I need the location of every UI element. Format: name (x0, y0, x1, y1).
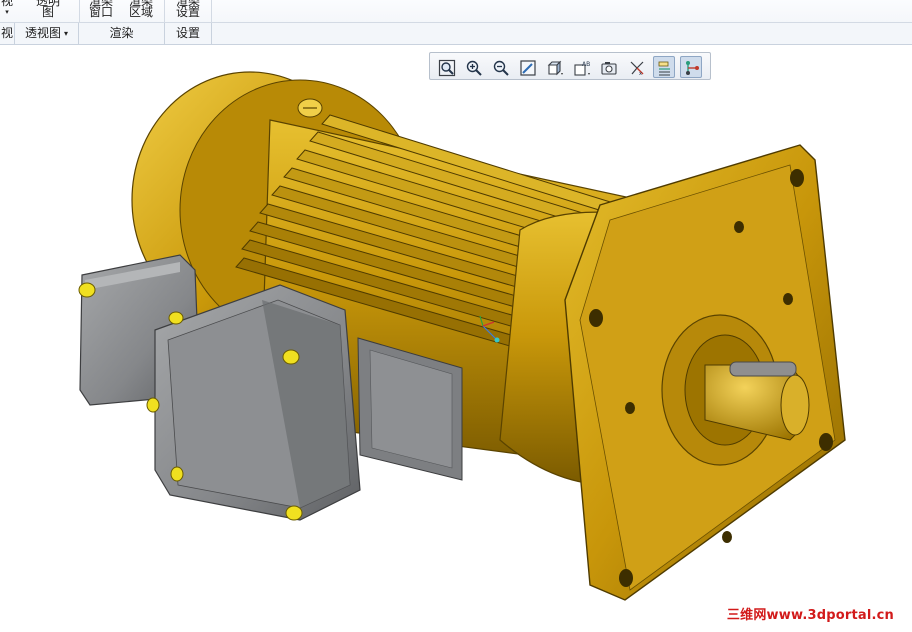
ribbon-render-settings-button[interactable]: 渲染 设置 (171, 0, 205, 18)
group-label: 视 (0, 26, 13, 40)
motor-model[interactable] (0, 44, 912, 629)
ribbon-render-region-button[interactable]: 渲染 区域 (124, 0, 158, 18)
group-label: 设置 (175, 26, 200, 40)
graphics-viewport[interactable]: 三维网www.3dportal.cn (0, 44, 912, 629)
group-perspective[interactable]: 透视图 ▾ (15, 23, 79, 44)
ribbon-render-window-button[interactable]: 渲染 窗口 (84, 0, 118, 18)
ribbon-button-label: 图 (41, 5, 54, 19)
ribbon-separator (79, 0, 80, 22)
ribbon-button-label: 视 (0, 0, 13, 8)
shaft-key (729, 361, 797, 377)
ribbon-button-label: 区域 (128, 5, 153, 19)
ribbon: 视 ▾ 透明 图 渲染 窗口 渲染 区域 渲染 设置 视 透视图 ▾ 渲染 设置 (0, 0, 912, 45)
group-label: 渲染 (109, 26, 134, 40)
group-settings[interactable]: 设置 (165, 23, 212, 44)
ribbon-view-button[interactable]: 视 ▾ (0, 0, 14, 18)
ribbon-separator (211, 0, 212, 22)
watermark: 三维网www.3dportal.cn (726, 608, 894, 623)
group-view[interactable]: 视 (0, 23, 15, 44)
group-label: 透视图 (24, 26, 61, 40)
ribbon-button-label: 窗口 (88, 5, 113, 19)
ribbon-separator (164, 0, 165, 22)
ribbon-group-bar: 视 透视图 ▾ 渲染 设置 (0, 22, 912, 44)
chevron-down-icon: ▾ (64, 29, 69, 38)
ribbon-button-label: 设置 (175, 5, 200, 19)
ribbon-transparent-view-button[interactable]: 透明 图 (30, 0, 66, 18)
group-render[interactable]: 渲染 (79, 23, 165, 44)
chevron-down-icon: ▾ (5, 8, 9, 16)
